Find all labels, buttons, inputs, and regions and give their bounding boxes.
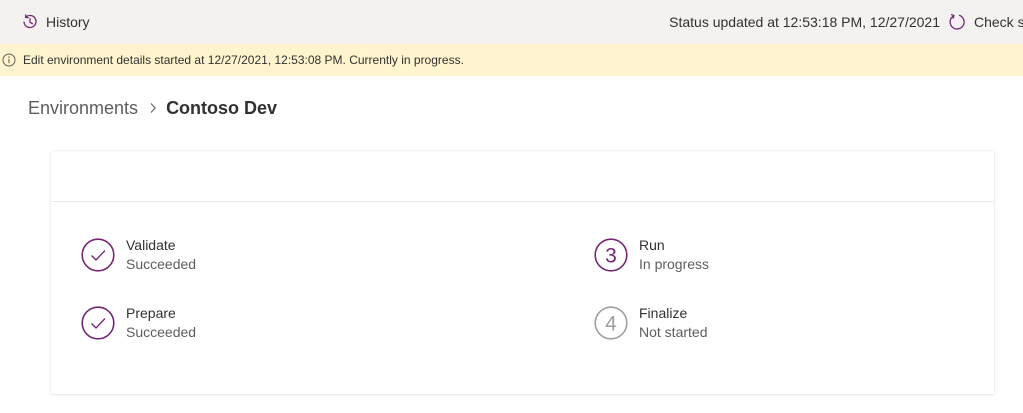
- command-bar: History Status updated at 12:53:18 PM, 1…: [0, 0, 1023, 44]
- card-divider: [51, 201, 994, 202]
- step-status: Succeeded: [126, 256, 197, 272]
- step-number: 4: [605, 313, 617, 336]
- step-status: In progress: [639, 256, 710, 272]
- step-label: Finalize: [639, 305, 688, 321]
- step-number-icon: 4: [594, 306, 628, 340]
- checkmark-circle-icon: [81, 238, 115, 272]
- chevron-right-icon: [149, 102, 157, 114]
- step-label: Validate: [126, 237, 176, 253]
- step-validate: Validate Succeeded: [81, 236, 196, 274]
- step-status: Not started: [639, 324, 708, 340]
- step-number: 3: [605, 245, 617, 268]
- breadcrumb-environments-link[interactable]: Environments: [28, 98, 138, 119]
- check-status-button[interactable]: Check st: [948, 0, 1023, 44]
- check-status-label: Check st: [974, 14, 1023, 30]
- page-title: Contoso Dev: [166, 97, 278, 118]
- banner-message: Edit environment details started at 12/2…: [23, 53, 464, 67]
- checkmark-circle-icon: [81, 306, 115, 340]
- refresh-icon: [949, 13, 965, 30]
- history-label: History: [46, 14, 90, 30]
- step-status: Succeeded: [126, 324, 197, 340]
- step-label: Prepare: [126, 305, 176, 321]
- info-icon: [2, 53, 16, 67]
- history-icon: [23, 14, 37, 29]
- step-label: Run: [639, 237, 665, 253]
- step-finalize: 4 Finalize Not started: [594, 304, 707, 342]
- step-number-icon: 3: [594, 238, 628, 272]
- step-prepare: Prepare Succeeded: [81, 304, 196, 342]
- operation-progress-card: Validate Succeeded Prepare Succeeded 3 R…: [51, 151, 994, 394]
- progress-message-bar: Edit environment details started at 12/2…: [0, 44, 1023, 76]
- breadcrumb: Environments Contoso Dev: [28, 92, 277, 124]
- history-button[interactable]: History: [14, 0, 98, 44]
- status-updated-text: Status updated at 12:53:18 PM, 12/27/202…: [669, 14, 940, 30]
- step-run: 3 Run In progress: [594, 236, 709, 274]
